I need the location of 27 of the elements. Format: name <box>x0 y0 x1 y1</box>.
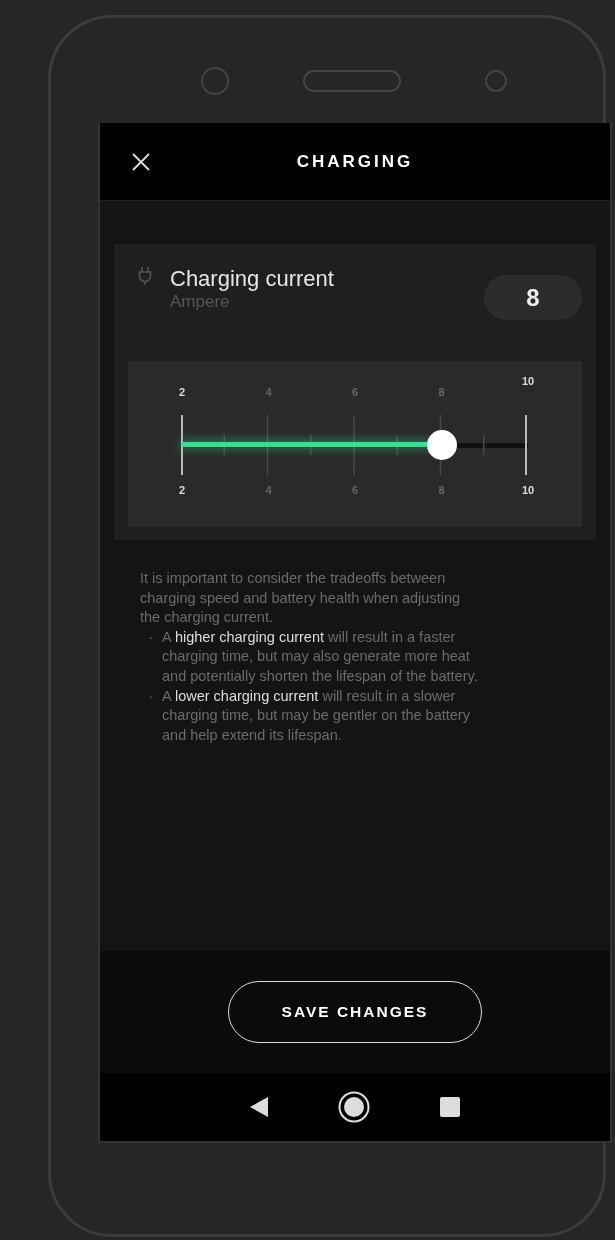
home-icon[interactable] <box>338 1091 370 1123</box>
close-icon[interactable] <box>131 151 151 172</box>
recents-icon[interactable] <box>438 1096 461 1118</box>
info-paragraph: It is important to consider the tradeoffs between charging speed and battery health when adjusting the charging current. <box>140 569 462 628</box>
back-icon[interactable] <box>249 1096 270 1118</box>
value-display: 8 <box>484 275 582 320</box>
setting-label: Charging current <box>170 266 335 292</box>
scale-label: 2 <box>178 484 186 496</box>
scale-label: 4 <box>265 484 272 496</box>
scale-label: 10 <box>521 484 535 496</box>
speaker-icon <box>303 69 401 92</box>
scale-label: 10 <box>521 375 535 387</box>
sensor-icon <box>485 69 507 92</box>
scale-label: 8 <box>438 484 445 496</box>
scale-label: 8 <box>438 386 445 398</box>
camera-icon <box>201 66 229 95</box>
slider-thumb[interactable] <box>426 430 457 460</box>
bullet-text: A higher charging current will result in a faster charging time, but may also generate more heat and potentially shorten the lifespan of the battery. <box>162 627 479 686</box>
screen-title: CHARGING <box>296 151 414 172</box>
scale-label: 6 <box>351 386 359 398</box>
bullet-text: A lower charging current will result in a slower charging time, but may be gentler on the battery and help extend its lifespan. <box>162 686 471 745</box>
scale-label: 4 <box>265 386 272 398</box>
bullet-marker: · <box>147 627 155 647</box>
bullet-marker: · <box>147 686 155 706</box>
scale-label: 2 <box>178 386 186 398</box>
scale-label: 6 <box>351 484 359 496</box>
plug-icon <box>138 266 152 286</box>
